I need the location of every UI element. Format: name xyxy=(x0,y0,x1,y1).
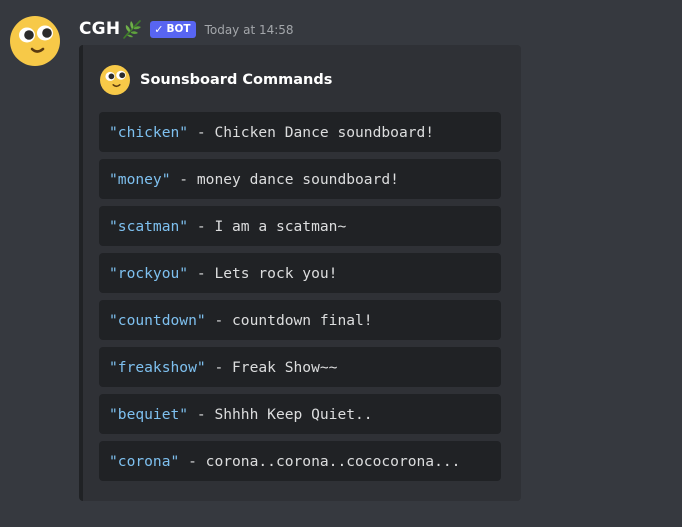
leaf-icon xyxy=(123,20,142,39)
command-code-block: "rockyou" - Lets rock you! xyxy=(99,253,501,293)
command-code-block: "corona" - corona..corona..cococorona... xyxy=(99,441,501,481)
command-name: "freakshow" xyxy=(109,358,206,376)
command-description: money dance soundboard! xyxy=(196,170,399,188)
embed: Sounsboard Commands "chicken" - Chicken … xyxy=(79,45,521,501)
command-description: I am a scatman~ xyxy=(214,217,347,235)
bot-tag: ✓ BOT xyxy=(150,20,196,38)
command-code-block: "chicken" - Chicken Dance soundboard! xyxy=(99,112,501,152)
command-name: "bequiet" xyxy=(109,405,189,423)
command-code-block: "freakshow" - Freak Show~~ xyxy=(99,347,501,387)
embed-author: Sounsboard Commands xyxy=(100,65,332,95)
bot-tag-label: BOT xyxy=(166,22,191,35)
command-code-block: "money" - money dance soundboard! xyxy=(99,159,501,199)
command-description: Lets rock you! xyxy=(214,264,338,282)
command-separator: - xyxy=(205,358,233,376)
command-separator: - xyxy=(188,123,215,141)
command-separator: - xyxy=(188,405,215,423)
command-description: Chicken Dance soundboard! xyxy=(214,123,435,141)
username[interactable]: CGH xyxy=(79,19,120,39)
command-separator: - xyxy=(170,170,197,188)
timestamp[interactable]: Today at 14:58 xyxy=(205,21,294,37)
command-name: "money" xyxy=(109,170,171,188)
command-separator: - xyxy=(179,452,206,470)
command-name: "corona" xyxy=(109,452,180,470)
message-header: CGH ✓ BOT Today at 14:58 xyxy=(79,15,294,43)
command-code-block: "scatman" - I am a scatman~ xyxy=(99,206,501,246)
embed-author-name: Sounsboard Commands xyxy=(140,72,333,88)
command-description: Shhhh Keep Quiet.. xyxy=(214,405,373,423)
command-description: corona..corona..cococorona... xyxy=(205,452,461,470)
smiley-face-icon xyxy=(100,65,130,95)
command-separator: - xyxy=(205,311,233,329)
command-name: "scatman" xyxy=(109,217,189,235)
command-name: "countdown" xyxy=(109,311,206,329)
chat-message: CGH ✓ BOT Today at 14:58 Sounsboard Comm… xyxy=(0,0,682,527)
command-description: countdown final! xyxy=(232,311,373,329)
command-code-block: "bequiet" - Shhhh Keep Quiet.. xyxy=(99,394,501,434)
command-name: "rockyou" xyxy=(109,264,189,282)
command-code-block: "countdown" - countdown final! xyxy=(99,300,501,340)
avatar[interactable] xyxy=(10,16,60,66)
command-name: "chicken" xyxy=(109,123,189,141)
command-list: "chicken" - Chicken Dance soundboard! "m… xyxy=(99,112,501,488)
command-separator: - xyxy=(188,217,215,235)
command-description: Freak Show~~ xyxy=(232,358,338,376)
check-icon: ✓ xyxy=(154,22,164,36)
command-separator: - xyxy=(188,264,215,282)
